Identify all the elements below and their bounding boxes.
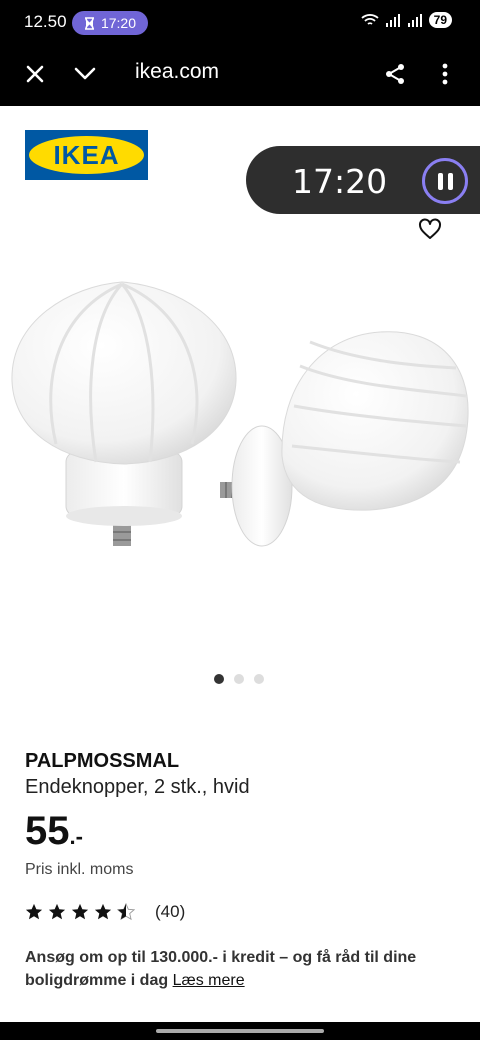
url-display[interactable]: ikea.com xyxy=(135,60,219,84)
browser-toolbar: ikea.com xyxy=(0,44,480,106)
product-name[interactable]: PALPMOSSMAL xyxy=(25,750,179,773)
timer-chip-text: 17:20 xyxy=(100,15,137,31)
ikea-logo-text: IKEA xyxy=(29,136,144,174)
close-button[interactable] xyxy=(17,56,53,92)
more-vertical-icon xyxy=(442,63,448,85)
status-time: 12.50 xyxy=(24,12,67,31)
price-suffix: .- xyxy=(69,824,83,849)
status-bar: 12.50 17:20 79 xyxy=(0,0,480,44)
favorite-button[interactable] xyxy=(418,218,442,240)
hourglass-icon xyxy=(84,16,94,30)
price-main: 55 xyxy=(25,809,70,853)
system-nav-bar xyxy=(0,1022,480,1040)
close-icon xyxy=(26,65,44,83)
review-count[interactable]: (40) xyxy=(155,902,185,922)
battery-indicator: 79 xyxy=(428,12,452,28)
star-icon xyxy=(71,903,89,920)
star-icon xyxy=(25,903,43,920)
heart-icon xyxy=(419,218,441,239)
rating[interactable]: (40) xyxy=(25,902,185,922)
product-price: 55.- xyxy=(25,809,83,854)
collapse-button[interactable] xyxy=(67,56,103,92)
vat-note: Pris inkl. moms xyxy=(25,861,134,878)
read-more-link[interactable]: Læs mere xyxy=(173,972,245,989)
share-icon xyxy=(386,64,404,84)
ikea-logo[interactable]: IKEA xyxy=(25,130,148,180)
credit-banner: Ansøg om op til 130.000.- i kredit – og … xyxy=(25,946,445,992)
wifi-icon xyxy=(361,14,379,25)
pause-button[interactable] xyxy=(422,158,468,204)
timer-chip[interactable]: 17:20 xyxy=(72,11,148,35)
product-image[interactable] xyxy=(0,266,480,566)
carousel-dot[interactable] xyxy=(214,674,224,684)
chevron-down-icon xyxy=(74,67,96,80)
carousel-dots[interactable] xyxy=(214,674,264,684)
signal-icon-2 xyxy=(407,14,422,27)
home-handle[interactable] xyxy=(156,1029,324,1033)
share-button[interactable] xyxy=(377,56,413,92)
pause-icon xyxy=(437,172,443,190)
star-half-icon xyxy=(117,903,135,921)
signal-icon xyxy=(385,14,400,27)
timer-overlay[interactable]: 17:20 xyxy=(246,146,480,214)
star-icon xyxy=(94,903,112,920)
status-icons: 79 xyxy=(361,12,452,28)
carousel-dot[interactable] xyxy=(254,674,264,684)
product-description: Endeknopper, 2 stk., hvid xyxy=(25,776,250,798)
star-icon xyxy=(48,903,66,920)
timer-overlay-time: 17:20 xyxy=(292,162,388,201)
carousel-dot[interactable] xyxy=(234,674,244,684)
more-options-button[interactable] xyxy=(427,56,463,92)
product-page: IKEA 17:20 PALPMOSSMAL Endeknopper, 2 st… xyxy=(0,106,480,1022)
